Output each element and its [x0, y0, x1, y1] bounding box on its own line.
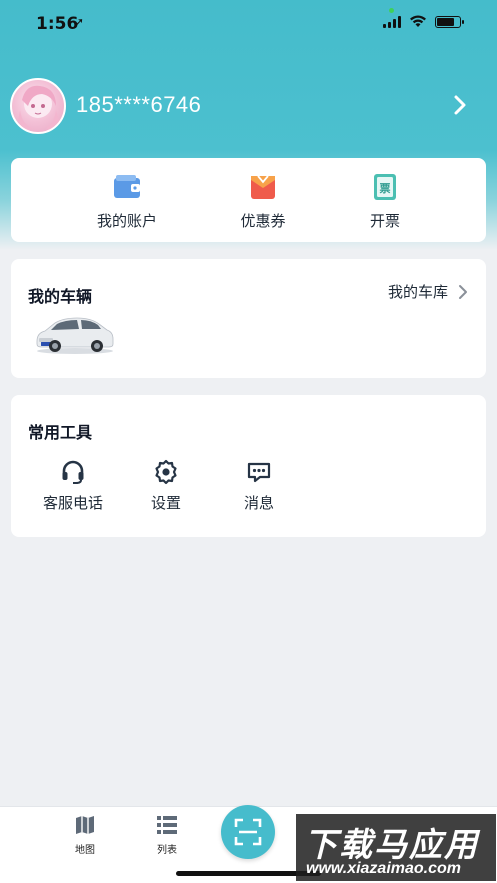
messages-label: 消息 [243, 495, 274, 512]
tab-list-label: 列表 [157, 845, 177, 856]
privacy-indicator-dot [389, 8, 394, 13]
map-icon [76, 816, 94, 834]
my-vehicle-card: 我的车辆 我的车库 [11, 259, 486, 378]
my-vehicle-title: 我的车辆 [28, 289, 93, 306]
invoice-icon: 票 [374, 174, 396, 200]
tab-map-label: 地图 [75, 845, 95, 856]
customer-service-button[interactable]: 客服电话 [33, 459, 113, 513]
tab-list[interactable]: 列表 [137, 813, 197, 856]
car-image[interactable] [33, 311, 115, 357]
invoice-label: 开票 [369, 213, 400, 230]
settings-gear-icon [155, 459, 177, 485]
my-account-button[interactable]: 我的账户 [77, 172, 177, 231]
battery-icon [435, 15, 464, 28]
common-tools-card: 常用工具 客服电话 设置 消息 [11, 395, 486, 537]
watermark-en: www.xiazaimao.com [306, 860, 462, 877]
settings-button[interactable]: 设置 [126, 459, 206, 513]
chevron-right-icon[interactable] [453, 94, 467, 116]
cellular-signal-icon [383, 15, 401, 28]
message-icon [247, 462, 271, 483]
wifi-icon [410, 15, 426, 27]
quick-actions-card: 我的账户 优惠券 票 开票 [11, 158, 486, 242]
invoice-icon-glyph: 票 [380, 182, 391, 195]
my-garage-label: 我的车库 [387, 284, 448, 301]
avatar[interactable] [10, 78, 66, 134]
my-garage-link[interactable]: 我的车库 [388, 281, 468, 302]
status-time: 1:56 [36, 14, 79, 34]
coupon-label: 优惠券 [240, 213, 286, 230]
wallet-icon [114, 175, 140, 198]
scan-button[interactable] [221, 805, 275, 859]
chevron-right-icon [459, 284, 467, 299]
profile-header[interactable]: 185****6746 [10, 76, 487, 136]
common-tools-title: 常用工具 [28, 425, 93, 442]
customer-service-label: 客服电话 [42, 495, 103, 512]
tab-map[interactable]: 地图 [55, 813, 115, 856]
watermark: 下载马应用 www.xiazaimao.com [296, 814, 496, 881]
user-phone: 185****6746 [76, 92, 202, 117]
coupon-icon [251, 175, 275, 199]
status-bar: 1:56 ➚ [0, 0, 497, 44]
scan-icon [234, 818, 262, 846]
messages-button[interactable]: 消息 [219, 459, 299, 513]
my-account-label: 我的账户 [96, 213, 157, 230]
list-icon [157, 816, 177, 834]
invoice-button[interactable]: 票 开票 [335, 172, 435, 231]
watermark-cn: 下载马应用 [304, 826, 479, 863]
coupon-button[interactable]: 优惠券 [213, 172, 313, 231]
location-arrow-icon: ➚ [74, 15, 85, 29]
settings-label: 设置 [150, 495, 181, 512]
headset-icon [62, 460, 84, 484]
status-icons [383, 15, 464, 28]
